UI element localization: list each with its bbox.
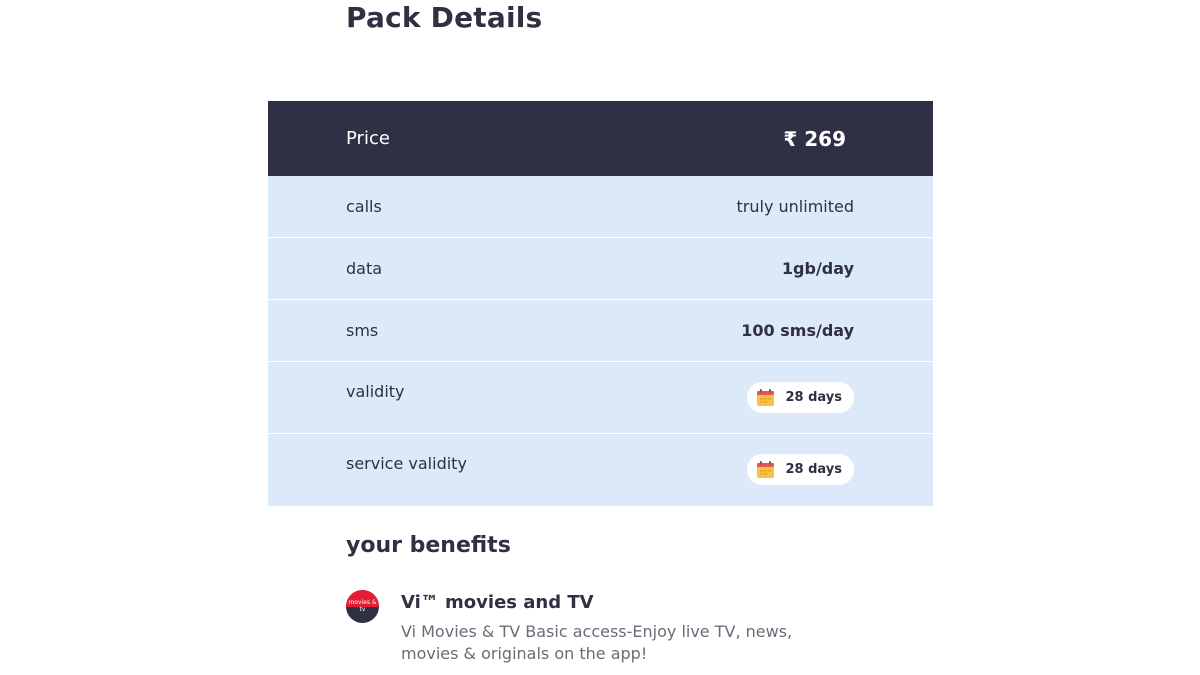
detail-row-data: data 1gb/day bbox=[268, 238, 933, 300]
detail-row-calls: calls truly unlimited bbox=[268, 176, 933, 238]
row-label: service validity bbox=[346, 454, 467, 473]
row-label: validity bbox=[346, 382, 405, 401]
pack-details-page: Pack Details Price ₹ 269 calls truly unl… bbox=[0, 0, 1200, 675]
price-row: Price ₹ 269 bbox=[268, 101, 933, 176]
detail-row-service-validity: service validity 28 days bbox=[268, 434, 933, 506]
benefits-title: your benefits bbox=[346, 533, 511, 558]
movies-tv-logo-icon: movies & tv bbox=[346, 590, 379, 623]
calendar-icon bbox=[756, 460, 775, 479]
row-value: 100 sms/day bbox=[741, 321, 854, 340]
detail-row-sms: sms 100 sms/day bbox=[268, 300, 933, 362]
page-title: Pack Details bbox=[346, 1, 543, 34]
row-label: sms bbox=[346, 321, 379, 340]
row-value: truly unlimited bbox=[736, 197, 854, 216]
calendar-icon bbox=[756, 388, 775, 407]
row-label: data bbox=[346, 259, 383, 278]
benefit-text: Vi™ movies and TV Vi Movies & TV Basic a… bbox=[401, 590, 821, 665]
row-value-container: 28 days bbox=[747, 362, 854, 433]
benefit-item[interactable]: movies & tv Vi™ movies and TV Vi Movies … bbox=[346, 590, 866, 665]
benefit-name: Vi™ movies and TV bbox=[401, 592, 594, 613]
price-value: ₹ 269 bbox=[783, 126, 846, 151]
row-value-container: 28 days bbox=[747, 434, 854, 506]
row-value: 1gb/day bbox=[781, 259, 854, 278]
service-validity-pill: 28 days bbox=[747, 454, 854, 485]
row-label: calls bbox=[346, 197, 382, 216]
pack-details-table: Price ₹ 269 calls truly unlimited data 1… bbox=[268, 101, 933, 506]
price-label: Price bbox=[346, 128, 390, 149]
validity-pill: 28 days bbox=[747, 382, 854, 413]
detail-row-validity: validity 28 days bbox=[268, 362, 933, 434]
benefit-description: Vi Movies & TV Basic access-Enjoy live T… bbox=[401, 622, 793, 663]
validity-value: 28 days bbox=[785, 390, 842, 405]
service-validity-value: 28 days bbox=[785, 462, 842, 477]
logo-text: movies & tv bbox=[348, 599, 377, 613]
